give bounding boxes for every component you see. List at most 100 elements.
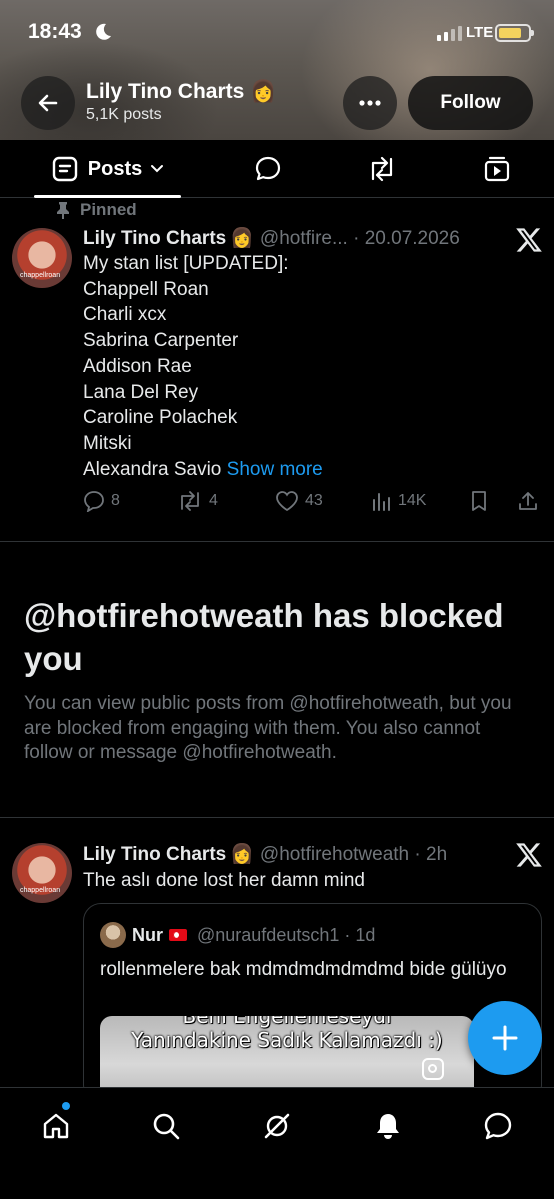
- tweet-line: My stan list [UPDATED]:: [83, 253, 289, 274]
- tweet-text: The aslı done lost her damn mind: [83, 870, 365, 891]
- quote-handle-time: @nuraufdeutsch1 · 1d: [197, 924, 376, 945]
- author-handle-time: @hotfirehotweath · 2h: [259, 844, 448, 865]
- blocked-title: @hotfirehotweath has blocked you: [24, 597, 504, 677]
- profile-nav-row: Lily Tino Charts 👩 5,1K posts Follow: [0, 74, 554, 130]
- home-icon: [43, 1113, 69, 1139]
- posts-icon: [52, 156, 77, 182]
- avatar[interactable]: chappellroan: [12, 228, 72, 288]
- quote-header: Nur @nuraufdeutsch1 · 1d: [100, 922, 375, 948]
- tweet-header: Lily Tino Charts 👩 @hotfirehotweath · 2h: [83, 842, 447, 866]
- x-logo-icon: [516, 843, 542, 867]
- tweet-line-text: Alexandra Savio: [83, 458, 222, 480]
- show-more-link[interactable]: Show more: [227, 459, 323, 480]
- battery-icon: [495, 24, 534, 42]
- reply-button[interactable]: 8: [83, 490, 120, 512]
- heart-icon: [276, 491, 298, 512]
- x-logo-icon: [516, 228, 542, 252]
- bookmark-button[interactable]: [470, 490, 488, 512]
- tweet-header: Lily Tino Charts 👩 @hotfire... · 20.07.2…: [83, 226, 460, 250]
- pinned-tweet[interactable]: Pinned chappellroan Lily Tino Charts 👩 @…: [0, 198, 554, 542]
- nav-search[interactable]: [146, 1106, 186, 1146]
- tweet-line: Lana Del Rey: [83, 381, 199, 403]
- views-icon: [373, 493, 390, 511]
- profile-name: Lily Tino Charts 👩: [86, 80, 277, 103]
- reposts-icon: [371, 156, 393, 182]
- share-button[interactable]: [517, 490, 539, 512]
- compose-button[interactable]: [468, 1001, 542, 1075]
- tweet-body: My stan list [UPDATED]: Chappell Roan Ch…: [83, 251, 323, 482]
- author-name[interactable]: Lily Tino Charts: [83, 844, 226, 866]
- status-bar: 18:43 LTE: [0, 0, 554, 66]
- nav-home[interactable]: [36, 1106, 76, 1146]
- tab-posts-label: Posts: [87, 157, 143, 180]
- author-handle-date: @hotfire... · 20.07.2026: [259, 228, 460, 249]
- blocked-description: You can view public posts from @hotfireh…: [24, 693, 512, 763]
- avatar-caption: chappellroan: [20, 887, 61, 894]
- tweet-line: Chappell Roan: [83, 278, 209, 300]
- status-time: 18:43: [28, 20, 82, 43]
- avatar[interactable]: chappellroan: [12, 843, 72, 903]
- post-count: 5,1K posts: [86, 106, 162, 123]
- plus-icon: [492, 1025, 518, 1051]
- nav-messages[interactable]: [478, 1106, 518, 1146]
- tab-posts[interactable]: Posts: [34, 140, 182, 198]
- tweet-line: Sabrina Carpenter: [83, 330, 239, 352]
- nav-notifications[interactable]: [368, 1106, 408, 1146]
- home-notification-dot: [62, 1102, 70, 1110]
- grok-icon: [264, 1113, 290, 1139]
- signal-icon: [437, 26, 462, 41]
- views-count: 14K: [398, 492, 427, 509]
- reply-count: 8: [111, 492, 120, 509]
- tab-replies[interactable]: [240, 140, 296, 198]
- tweet-line: Addison Rae: [83, 355, 192, 377]
- chevron-down-icon: [151, 165, 164, 173]
- repost-count: 4: [209, 492, 218, 509]
- instagram-icon: [422, 1058, 444, 1080]
- blocked-notice: @hotfirehotweath has blocked you You can…: [0, 542, 554, 818]
- bottom-nav: [0, 1087, 554, 1199]
- media-caption-top: Beni Engellemeseydi: [182, 1016, 392, 1028]
- quote-avatar: [100, 922, 126, 948]
- repost-button[interactable]: 4: [177, 490, 218, 512]
- tweet-line: Charli xcx: [83, 304, 167, 326]
- back-arrow-icon: [38, 94, 58, 112]
- tweet-line: Caroline Polachek: [83, 407, 238, 429]
- moon-icon: [96, 23, 111, 40]
- profile-tabs: Posts: [0, 140, 554, 198]
- quote-author: Nur: [132, 924, 163, 945]
- avatar-caption: chappellroan: [20, 272, 61, 279]
- repost-icon: [181, 491, 199, 511]
- tweet-actions: 8 4 43 14K: [83, 490, 543, 518]
- media-icon: [484, 156, 510, 182]
- more-icon: [359, 100, 381, 106]
- bookmark-icon: [472, 491, 486, 511]
- share-icon: [519, 492, 537, 510]
- tweet-line: Alexandra Savio Show more: [83, 457, 323, 483]
- tab-reposts[interactable]: [354, 140, 410, 198]
- author-emoji: 👩: [230, 228, 254, 249]
- like-button[interactable]: 43: [275, 490, 323, 512]
- follow-button[interactable]: Follow: [408, 76, 533, 130]
- author-emoji: 👩: [230, 844, 254, 865]
- more-button[interactable]: [343, 76, 397, 130]
- pinned-indicator: Pinned: [56, 200, 137, 220]
- tweet-line: Mitski: [83, 432, 132, 454]
- replies-icon: [255, 156, 281, 181]
- tab-media[interactable]: [469, 140, 525, 198]
- quoted-tweet[interactable]: Nur @nuraufdeutsch1 · 1d rollenmelere ba…: [83, 903, 542, 1103]
- turkey-flag-icon: [169, 929, 187, 941]
- quote-text: rollenmelere bak mdmdmdmdmdmd bide gülüy…: [100, 959, 507, 980]
- views-button[interactable]: 14K: [372, 490, 426, 512]
- notifications-icon: [377, 1114, 399, 1139]
- pinned-label: Pinned: [80, 200, 137, 219]
- nav-grok[interactable]: [257, 1106, 297, 1146]
- author-name[interactable]: Lily Tino Charts: [83, 228, 226, 250]
- network-label: LTE: [466, 24, 494, 41]
- like-count: 43: [305, 492, 323, 509]
- search-icon: [153, 1113, 180, 1140]
- pin-icon: [57, 202, 69, 219]
- back-button[interactable]: [21, 76, 75, 130]
- reply-icon: [84, 491, 104, 512]
- messages-icon: [484, 1112, 512, 1140]
- media-caption: Yanındakine Sadık Kalamazdı :): [131, 1028, 443, 1052]
